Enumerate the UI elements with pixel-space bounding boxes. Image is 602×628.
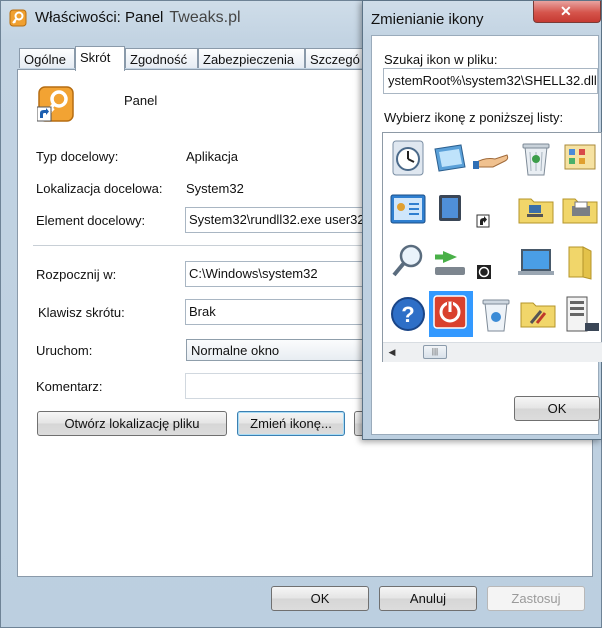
run-label: Uruchom:: [36, 343, 93, 358]
search-file-label: Szukaj ikon w pliku:: [384, 52, 497, 67]
icon-list-scrollbar[interactable]: ◀ |||: [383, 342, 602, 362]
close-icon: ✕: [560, 3, 572, 19]
hand-share-icon[interactable]: [471, 137, 513, 179]
search-icon[interactable]: [387, 241, 429, 283]
open-file-location-button[interactable]: Otwórz lokalizację pliku: [37, 411, 227, 436]
help-icon[interactable]: ?: [387, 293, 429, 335]
cancel-button[interactable]: Anuluj: [379, 586, 477, 611]
run-select[interactable]: Normalne okno: [186, 339, 366, 361]
tab-compatibility[interactable]: Zgodność: [125, 48, 198, 68]
target-type-value: Aplikacja: [186, 149, 239, 164]
display-settings-icon[interactable]: [429, 137, 471, 179]
tab-details[interactable]: Szczegó: [305, 48, 365, 68]
target-label: Element docelowy:: [36, 213, 146, 228]
close-button[interactable]: ✕: [533, 1, 601, 23]
target-field[interactable]: System32\rundll32.exe user32: [185, 207, 365, 233]
shortcut-key-icon: [36, 85, 75, 123]
power-icon[interactable]: [429, 291, 473, 337]
recycle-bin-full-icon[interactable]: [515, 137, 557, 179]
icon-list[interactable]: ?: [382, 132, 602, 362]
network-drive-icon[interactable]: [429, 241, 471, 283]
scroll-left-arrow-icon[interactable]: ◀: [385, 345, 399, 359]
comment-field[interactable]: [185, 373, 365, 399]
apply-button[interactable]: Zastosuj: [487, 586, 585, 611]
change-icon-button[interactable]: Zmień ikonę...: [237, 411, 345, 436]
clock-icon[interactable]: [387, 137, 429, 179]
tab-general[interactable]: Ogólne: [19, 48, 75, 68]
start-in-field[interactable]: C:\Windows\system32: [185, 261, 365, 287]
icon-file-path-input[interactable]: ystemRoot%\system32\SHELL32.dll: [383, 68, 598, 94]
tab-shortcut[interactable]: Skrót: [75, 46, 125, 71]
dialog-title: Zmienianie ikony: [371, 11, 484, 28]
target-type-label: Typ docelowy:: [36, 149, 119, 164]
target-location-label: Lokalizacja docelowa:: [36, 181, 163, 196]
tools-folder-icon[interactable]: [517, 293, 559, 335]
window-title-text: Właściwości: Panel: [35, 9, 164, 26]
laptop-icon[interactable]: [515, 241, 557, 283]
start-in-label: Rozpocznij w:: [36, 267, 117, 282]
scroll-thumb[interactable]: |||: [423, 345, 447, 359]
server-icon[interactable]: [559, 293, 601, 335]
icon-list-label: Wybierz ikonę z poniższej listy:: [384, 110, 564, 125]
library-icon[interactable]: [559, 241, 601, 283]
shortcut-name: Panel: [124, 93, 158, 108]
window-title: Właściwości: Panel Tweaks.pl: [35, 9, 241, 27]
search-file-label-text: Szukaj ikon w pliku:: [384, 52, 498, 67]
brand-watermark: Tweaks.pl: [169, 9, 241, 26]
panel-key-icon: [9, 9, 27, 27]
recycle-bin-empty-icon[interactable]: [475, 293, 517, 335]
control-panel-icon[interactable]: [559, 137, 601, 179]
network-settings-icon[interactable]: [387, 189, 429, 231]
printer-folder-icon[interactable]: [559, 189, 601, 231]
shortcut-key-field[interactable]: Brak: [185, 299, 365, 325]
clock-badge-icon[interactable]: [471, 241, 513, 283]
comment-label: Komentarz:: [36, 379, 103, 394]
tab-security[interactable]: Zabezpieczenia: [198, 48, 305, 68]
monitor-icon[interactable]: [429, 189, 471, 231]
dialog-ok-button[interactable]: OK: [514, 396, 600, 421]
shortcut-key-label: Klawisz skrótu:: [38, 305, 125, 320]
ok-button[interactable]: OK: [271, 586, 369, 611]
target-location-value: System32: [186, 181, 244, 196]
shortcut-arrow-icon[interactable]: [471, 189, 513, 231]
svg-text:?: ?: [401, 302, 414, 327]
network-folder-icon[interactable]: [515, 189, 557, 231]
